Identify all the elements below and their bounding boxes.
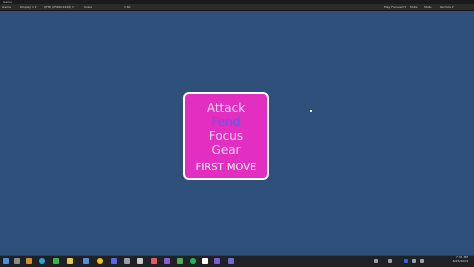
game-tab[interactable]: Game <box>2 4 11 10</box>
mute-toggle[interactable]: Mute <box>410 4 418 10</box>
taskbar: 7:31 PM 6/25/2024 <box>0 255 474 267</box>
action-menu-card: Attack Fend Focus Gear FIRST MOVE <box>183 92 269 180</box>
tray-visual-studio-icon[interactable] <box>404 259 408 263</box>
steam-icon[interactable] <box>124 258 130 264</box>
taskbar-clock[interactable]: 7:31 PM 6/25/2024 <box>452 255 468 263</box>
mouse-cursor-icon <box>310 110 312 112</box>
visual-studio-icon[interactable] <box>164 258 170 264</box>
unity-hub-icon[interactable] <box>137 258 143 264</box>
unity-icon[interactable] <box>151 258 157 264</box>
task-view-icon[interactable] <box>26 258 32 264</box>
menu-title: FIRST MOVE <box>195 162 257 173</box>
game-view-toolbar: Game Display 1 QHD (2560x1440) Scale 1.8… <box>0 4 474 11</box>
resolution-dropdown[interactable]: QHD (2560x1440) <box>44 4 74 10</box>
chrome-icon[interactable] <box>97 258 103 264</box>
search-icon[interactable] <box>14 258 20 264</box>
display-dropdown[interactable]: Display 1 <box>20 4 36 10</box>
stats-toggle[interactable]: Stats <box>424 4 432 10</box>
tray-rider-icon[interactable] <box>388 259 392 263</box>
spotify-icon[interactable] <box>190 258 196 264</box>
gizmos-dropdown[interactable]: Gizmos <box>440 4 454 10</box>
mail-icon[interactable] <box>83 258 89 264</box>
folder-icon[interactable] <box>53 258 59 264</box>
tray-wifi-icon[interactable] <box>412 259 416 263</box>
scale-label: Scale <box>84 5 93 9</box>
menu-item-gear[interactable]: Gear <box>185 144 267 157</box>
store-icon[interactable] <box>67 258 73 264</box>
github-icon[interactable] <box>177 258 183 264</box>
menu-item-focus[interactable]: Focus <box>185 130 267 143</box>
edge-icon[interactable] <box>39 258 45 264</box>
scale-value[interactable]: 1.8x <box>124 4 131 10</box>
photos-icon[interactable] <box>214 258 220 264</box>
discord-icon[interactable] <box>111 258 117 264</box>
tray-unity-editor-icon[interactable] <box>374 259 378 263</box>
menu-item-attack[interactable]: Attack <box>185 102 267 115</box>
menu-item-fend[interactable]: Fend <box>185 116 267 129</box>
play-mode-dropdown[interactable]: Play Focused <box>384 4 406 10</box>
clock-date: 6/25/2024 <box>452 258 468 263</box>
tray-volume-icon[interactable] <box>420 259 424 263</box>
terminal-icon[interactable] <box>202 258 208 264</box>
windows-icon[interactable] <box>3 258 9 264</box>
settings-icon[interactable] <box>228 258 234 264</box>
